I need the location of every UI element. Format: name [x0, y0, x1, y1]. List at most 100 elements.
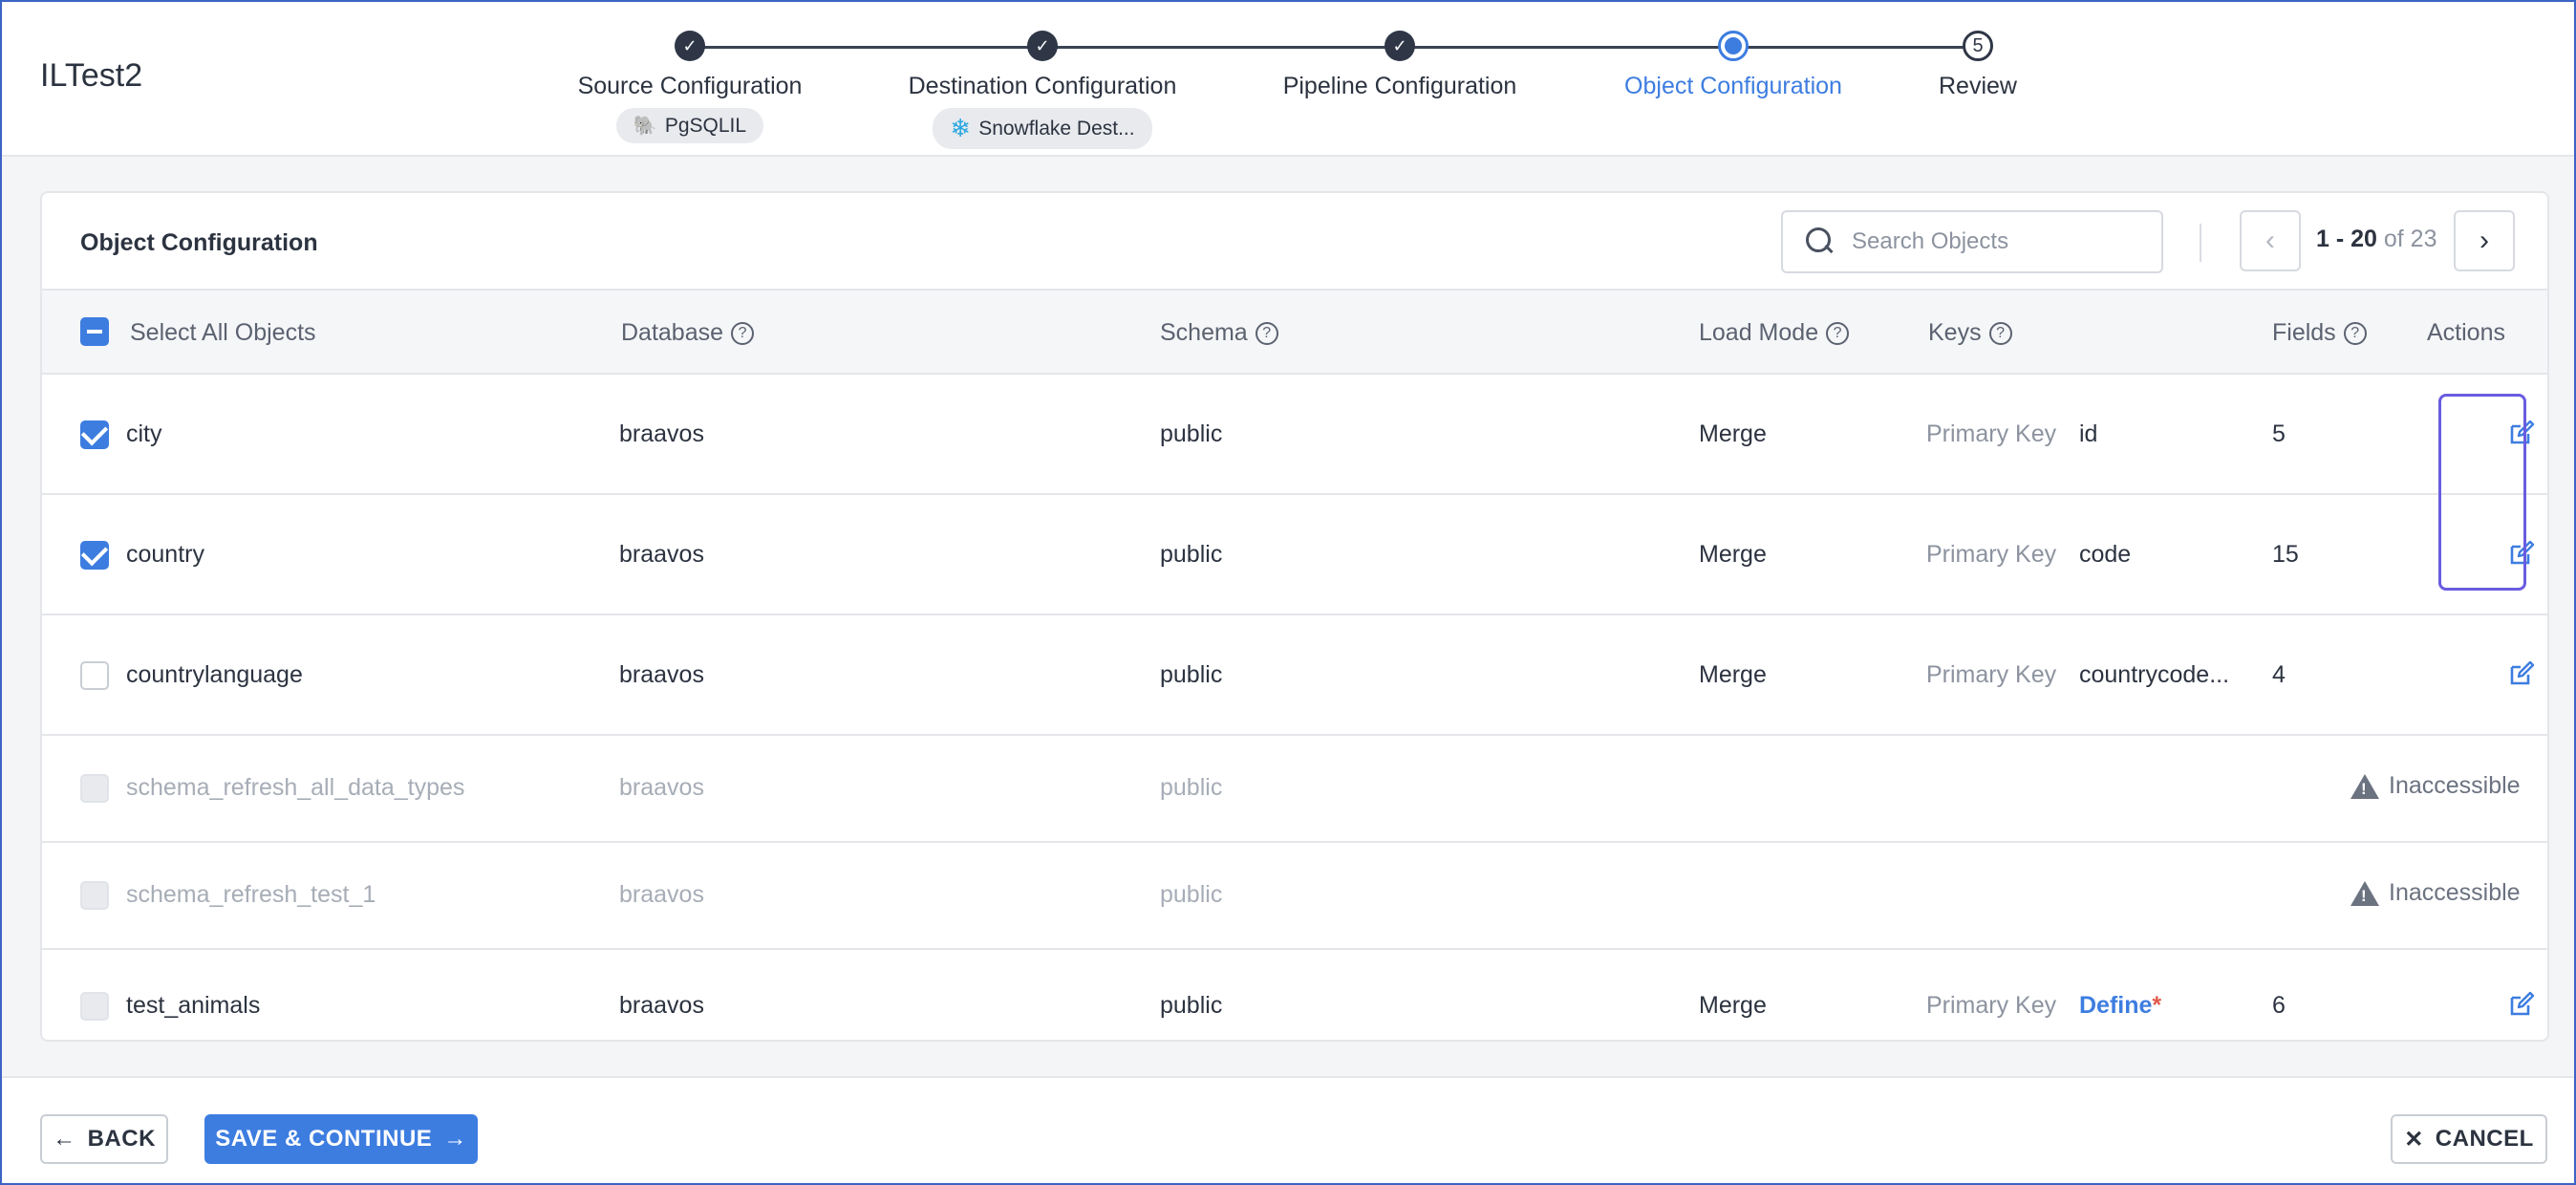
step-label: Object Configuration	[1624, 73, 1842, 99]
page-range: 1 - 20	[2316, 226, 2377, 252]
fields-cell: 15	[2272, 541, 2299, 568]
object-name: city	[126, 420, 162, 447]
database-cell: braavos	[619, 881, 704, 908]
pagination-info: 1 - 20 of 23	[2316, 226, 2437, 253]
actions-highlight	[2438, 394, 2526, 591]
database-cell: braavos	[619, 992, 704, 1019]
step-label: Destination Configuration	[908, 73, 1177, 99]
header: ILTest2 ✓ Source Configuration 🐘 PgSQLIL…	[2, 2, 2574, 157]
search-icon	[1806, 227, 1835, 256]
object-name: country	[126, 541, 204, 568]
warning-icon	[2351, 880, 2379, 906]
source-chip: 🐘 PgSQLIL	[615, 108, 764, 143]
stepper-line-done	[690, 46, 1733, 49]
define-key-link[interactable]: Define*	[2079, 992, 2161, 1020]
row-checkbox[interactable]	[80, 541, 109, 570]
key-type-cell: Primary Key	[1926, 420, 2057, 447]
key-cell: code	[2079, 541, 2132, 568]
help-icon[interactable]: ?	[1826, 321, 1850, 345]
status-text: Inaccessible	[2389, 772, 2521, 799]
step-pipeline-configuration[interactable]: ✓ Pipeline Configuration	[1256, 31, 1543, 100]
step-object-configuration[interactable]: Object Configuration	[1590, 31, 1877, 100]
back-button[interactable]: ← BACK	[40, 1114, 168, 1164]
header-actions: Actions	[2427, 319, 2505, 346]
database-cell: braavos	[619, 541, 704, 568]
database-cell: braavos	[619, 661, 704, 688]
load-mode-cell[interactable]: Merge	[1699, 661, 1767, 689]
row-checkbox[interactable]	[80, 420, 109, 449]
pipeline-title: ILTest2	[40, 57, 143, 94]
fields-cell: 4	[2272, 661, 2286, 688]
help-icon[interactable]: ?	[2343, 321, 2367, 345]
footer: ← BACK SAVE & CONTINUE → ✕ CANCEL	[2, 1076, 2574, 1183]
next-page-button[interactable]: ›	[2454, 210, 2515, 271]
search-box[interactable]	[1781, 210, 2163, 273]
close-icon: ✕	[2404, 1126, 2424, 1153]
row-checkbox[interactable]	[80, 661, 109, 690]
key-type-cell: Primary Key	[1926, 992, 2057, 1019]
check-icon: ✓	[1027, 31, 1058, 61]
save-continue-button[interactable]: SAVE & CONTINUE →	[204, 1114, 478, 1164]
card-title: Object Configuration	[80, 229, 318, 256]
prev-page-button[interactable]: ‹	[2240, 210, 2301, 271]
header-schema: Schema ?	[1160, 319, 1278, 347]
inaccessible-status: Inaccessible	[2351, 772, 2521, 800]
schema-cell: public	[1160, 420, 1223, 447]
key-cell: countrycode...	[2079, 661, 2230, 688]
load-mode-cell[interactable]: Merge	[1699, 420, 1767, 448]
header-database: Database ?	[621, 319, 755, 347]
destination-chip-label: Snowflake Dest...	[978, 117, 1135, 140]
postgres-icon: 🐘	[633, 116, 657, 137]
arrow-right-icon: →	[443, 1126, 467, 1152]
table-header: Select All Objects Database ? Schema ? L…	[42, 289, 2547, 375]
help-icon[interactable]: ?	[1988, 321, 2012, 345]
fields-cell: 5	[2272, 420, 2286, 447]
header-keys: Keys ?	[1928, 319, 2012, 347]
step-label: Pipeline Configuration	[1282, 73, 1517, 99]
key-cell: id	[2079, 420, 2098, 447]
step-label: Source Configuration	[577, 73, 803, 99]
table-row[interactable]: city braavos public Merge Primary Key id…	[42, 375, 2547, 495]
header-fields: Fields ?	[2272, 319, 2367, 347]
destination-chip: ❄ Snowflake Dest...	[933, 108, 1152, 149]
fields-cell: 6	[2272, 992, 2286, 1019]
edit-icon[interactable]	[2507, 990, 2536, 1019]
header-select-all: Select All Objects	[130, 319, 316, 346]
step-review[interactable]: 5 Review	[1835, 31, 2121, 100]
check-icon: ✓	[675, 31, 705, 61]
help-icon[interactable]: ?	[1255, 321, 1278, 345]
current-step-icon	[1718, 31, 1749, 61]
table-row[interactable]: test_animals braavos public Merge Primar…	[42, 950, 2547, 1040]
check-icon: ✓	[1385, 31, 1415, 61]
select-all-checkbox[interactable]	[80, 317, 109, 346]
schema-cell: public	[1160, 661, 1223, 688]
table-row[interactable]: country braavos public Merge Primary Key…	[42, 495, 2547, 615]
status-text: Inaccessible	[2389, 879, 2521, 906]
database-cell: braavos	[619, 774, 704, 801]
cancel-button[interactable]: ✕ CANCEL	[2391, 1114, 2547, 1164]
required-marker: *	[2152, 992, 2162, 1019]
load-mode-cell[interactable]: Merge	[1699, 992, 1767, 1020]
page-total: of 23	[2383, 226, 2437, 252]
schema-cell: public	[1160, 541, 1223, 568]
step-destination-configuration[interactable]: ✓ Destination Configuration ❄ Snowflake …	[899, 31, 1186, 149]
object-name: test_animals	[126, 992, 261, 1019]
step-number: 5	[1963, 31, 1993, 61]
object-configuration-card: Object Configuration ‹ 1 - 20 of 23 › Se…	[40, 191, 2549, 1042]
table-row: schema_refresh_all_data_types braavos pu…	[42, 736, 2547, 843]
object-name: schema_refresh_test_1	[126, 881, 376, 908]
key-type-cell: Primary Key	[1926, 661, 2057, 688]
search-input[interactable]	[1852, 228, 2138, 255]
help-icon[interactable]: ?	[731, 321, 755, 345]
load-mode-cell[interactable]: Merge	[1699, 541, 1767, 569]
step-label: Review	[1939, 73, 2017, 99]
snowflake-icon: ❄	[950, 114, 972, 142]
step-source-configuration[interactable]: ✓ Source Configuration 🐘 PgSQLIL	[547, 31, 833, 143]
edit-icon[interactable]	[2507, 659, 2536, 688]
object-name: countrylanguage	[126, 661, 303, 688]
key-type-cell: Primary Key	[1926, 541, 2057, 568]
header-load-mode: Load Mode ?	[1699, 319, 1850, 347]
row-checkbox[interactable]	[80, 992, 109, 1021]
table-row[interactable]: countrylanguage braavos public Merge Pri…	[42, 615, 2547, 736]
row-checkbox	[80, 774, 109, 803]
